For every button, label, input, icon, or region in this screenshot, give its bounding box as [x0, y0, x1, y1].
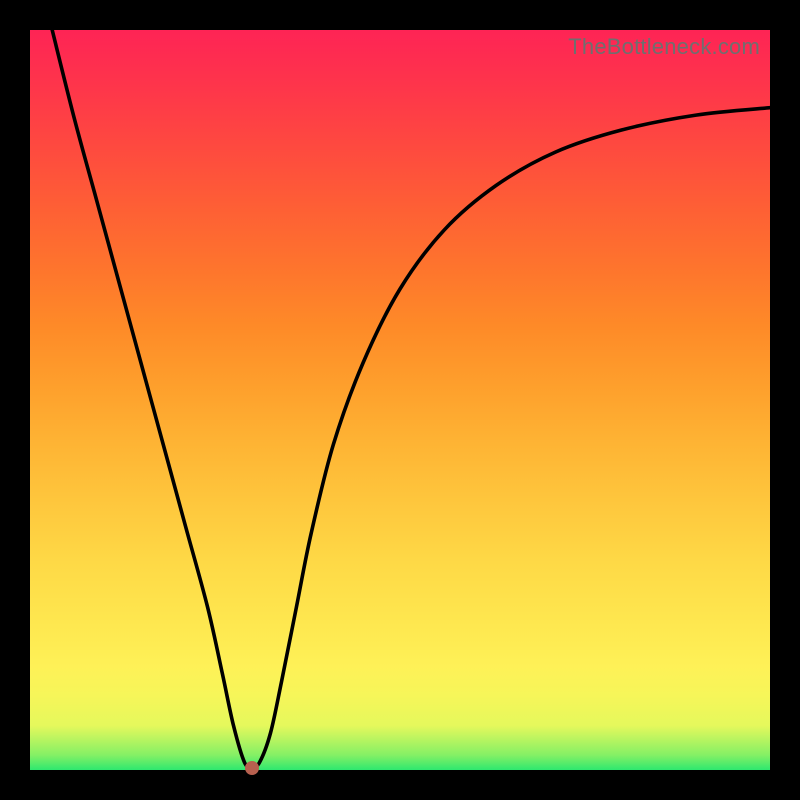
plot-frame: TheBottleneck.com — [30, 30, 770, 770]
bottleneck-curve — [52, 30, 770, 767]
curve-svg — [30, 30, 770, 770]
watermark-text: TheBottleneck.com — [568, 34, 760, 60]
optimal-point-marker — [245, 761, 259, 775]
